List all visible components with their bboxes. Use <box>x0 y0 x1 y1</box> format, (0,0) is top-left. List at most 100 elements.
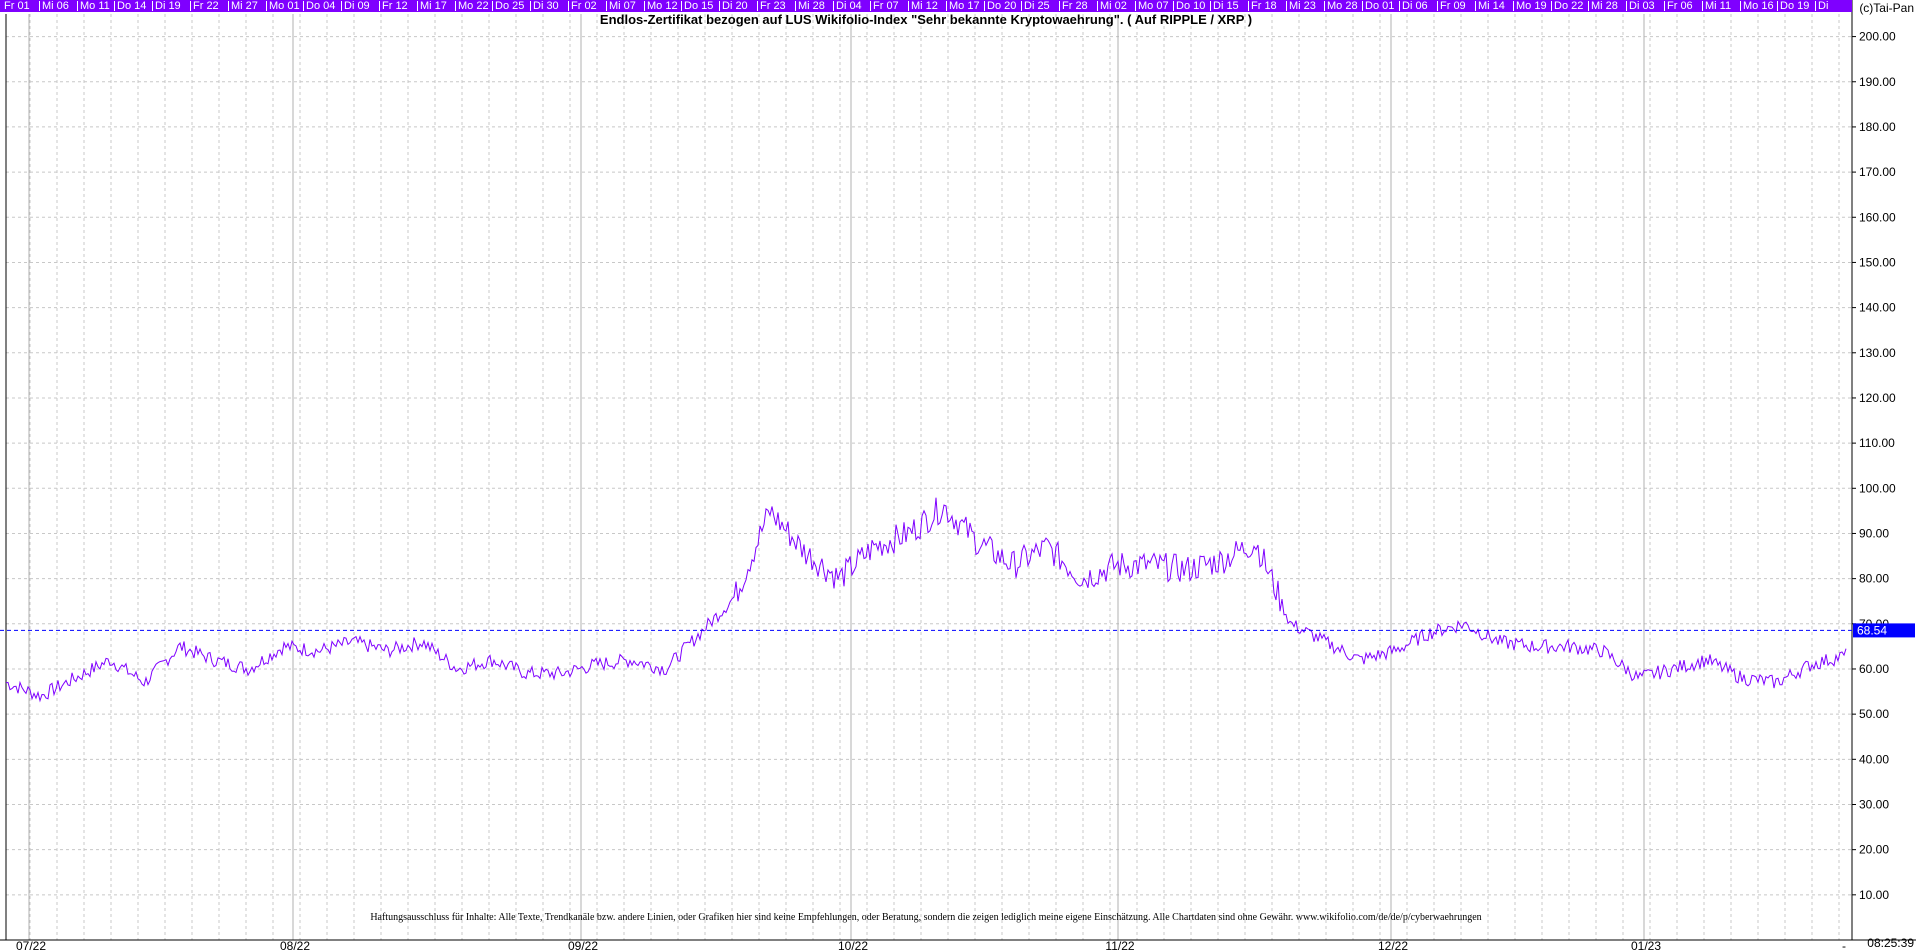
date-strip-separator <box>568 1 569 11</box>
y-tick-label: 130.00 <box>1859 346 1896 360</box>
date-strip-separator <box>1702 1 1703 11</box>
date-strip-label: Do 10 <box>1176 0 1206 12</box>
y-tick-label: 160.00 <box>1859 210 1896 224</box>
date-strip-label: Mo 07 <box>1138 0 1169 12</box>
date-strip-separator <box>795 1 796 11</box>
date-strip-label: Do 19 <box>1780 0 1810 12</box>
date-strip-label: Mi 23 <box>1289 0 1316 12</box>
date-strip-label: Mo 01 <box>269 0 300 12</box>
current-value-layer: 68.54 <box>0 623 1915 638</box>
date-strip-separator <box>1097 1 1098 11</box>
y-tick-label: 80.00 <box>1859 572 1889 586</box>
date-strip-separator <box>1664 1 1665 11</box>
date-strip-separator <box>870 1 871 11</box>
grid-lines <box>6 14 1852 940</box>
y-tick-label: 20.00 <box>1859 843 1889 857</box>
date-strip-separator <box>757 1 758 11</box>
x-tick-label: 08/22 <box>280 939 310 952</box>
date-strip-separator <box>379 1 380 11</box>
date-strip-label: Di <box>1818 0 1829 12</box>
current-value-label: 68.54 <box>1857 623 1887 637</box>
y-tick-label: 150.00 <box>1859 255 1896 269</box>
date-strip-label: Mo 11 <box>80 0 110 12</box>
date-strip-label: Mi 28 <box>798 0 825 12</box>
date-strip-label: Mo 17 <box>949 0 980 12</box>
date-strip-label: Fr 07 <box>873 0 899 12</box>
date-strip-label: Fr 22 <box>193 0 219 12</box>
x-tick-label: 12/22 <box>1378 939 1408 952</box>
date-strip-label: Mo 28 <box>1327 0 1358 12</box>
y-tick-label: 90.00 <box>1859 526 1889 540</box>
date-strip-label: Mo 22 <box>458 0 489 12</box>
date-strip-separator <box>114 1 115 11</box>
date-strip-label: Do 25 <box>495 0 525 12</box>
date-strip-label: Di 19 <box>155 0 181 12</box>
date-strip-label: Mi 02 <box>1100 0 1127 12</box>
date-strip-separator <box>833 1 834 11</box>
date-strip-label: Do 20 <box>987 0 1017 12</box>
y-tick-label: 200.00 <box>1859 30 1896 44</box>
date-strip-separator <box>152 1 153 11</box>
date-strip-separator <box>1815 1 1816 11</box>
y-tick-label: 170.00 <box>1859 165 1896 179</box>
date-strip-separator <box>266 1 267 11</box>
date-strip-separator <box>1362 1 1363 11</box>
date-strip-label: Do 14 <box>117 0 147 12</box>
date-strip-label: Mi 12 <box>911 0 938 12</box>
date-strip-separator <box>1021 1 1022 11</box>
date-strip-separator <box>1513 1 1514 11</box>
date-strip-separator <box>1248 1 1249 11</box>
date-strip-separator <box>1173 1 1174 11</box>
y-tick-label: 40.00 <box>1859 752 1889 766</box>
x-axis-ticks: 07/22 08/22 09/22 10/22 11/22 12/22 01/23 - <box>16 939 1846 952</box>
y-tick-label: 10.00 <box>1859 888 1889 902</box>
date-strip-label: Fr 06 <box>1667 0 1693 12</box>
date-strip-label: Di 20 <box>722 0 748 12</box>
date-strip-separator <box>492 1 493 11</box>
date-strip-label: Fr 09 <box>1440 0 1466 12</box>
copyright-label: (c)Tai-Pan <box>1859 1 1914 15</box>
date-strip-label: Do 15 <box>684 0 714 12</box>
date-strip-label: Fr 01 <box>4 0 30 12</box>
timestamp-label: 08:25:39 <box>1867 936 1914 950</box>
price-line <box>5 497 1847 703</box>
date-strip-separator <box>644 1 645 11</box>
date-strip-separator <box>1399 1 1400 11</box>
x-tick-label: 09/22 <box>568 939 598 952</box>
y-tick-label: 50.00 <box>1859 707 1889 721</box>
date-strip-label: Di 06 <box>1402 0 1428 12</box>
date-strip-separator <box>1324 1 1325 11</box>
date-strip-label: Mi 06 <box>42 0 69 12</box>
axes <box>0 0 1916 941</box>
date-strip-label: Di 30 <box>533 0 559 12</box>
y-tick-label: 140.00 <box>1859 301 1896 315</box>
date-strip-label: Mi 28 <box>1591 0 1618 12</box>
x-tick-label: 11/22 <box>1105 939 1134 952</box>
disclaimer-text: Haftungsausschluss für Inhalte: Alle Tex… <box>370 912 1482 923</box>
chart-title: Endlos-Zertifikat bezogen auf LUS Wikifo… <box>599 12 1253 27</box>
date-strip-separator <box>77 1 78 11</box>
date-strip-label: Fr 28 <box>1062 0 1088 12</box>
y-tick-label: 180.00 <box>1859 120 1896 134</box>
date-strip-label: Do 01 <box>1365 0 1395 12</box>
date-strip-label: Di 04 <box>836 0 862 12</box>
date-strip-separator <box>1059 1 1060 11</box>
date-strip-label: Mi 27 <box>231 0 258 12</box>
date-strip-separator <box>1475 1 1476 11</box>
date-strip-label: Mi 17 <box>420 0 447 12</box>
date-strip-label: Mi 11 <box>1705 0 1732 12</box>
x-tick-label: 10/22 <box>838 939 868 952</box>
date-strip-separator <box>39 1 40 11</box>
date-strip-separator <box>1740 1 1741 11</box>
date-strip-separator <box>1626 1 1627 11</box>
date-strip-label: Fr 02 <box>571 0 597 12</box>
date-strip-separator <box>1588 1 1589 11</box>
date-strip-separator <box>984 1 985 11</box>
date-strip-label: Mo 16 <box>1743 0 1774 12</box>
y-tick-label: 60.00 <box>1859 662 1889 676</box>
date-strip-label: Fr 12 <box>382 0 408 12</box>
date-strip-separator <box>341 1 342 11</box>
series-layer <box>5 497 1847 703</box>
date-strip-label: Di 25 <box>1024 0 1050 12</box>
date-strip-separator <box>719 1 720 11</box>
